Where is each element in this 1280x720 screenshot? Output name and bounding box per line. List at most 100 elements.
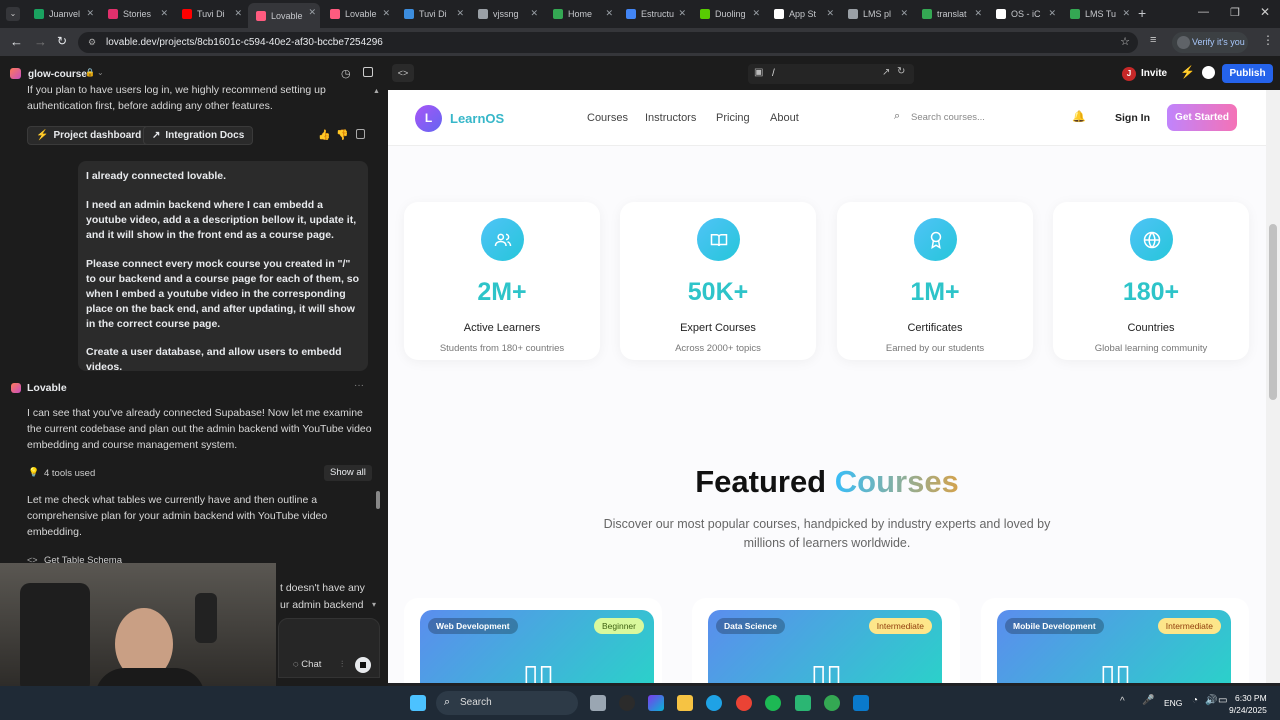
scroll-up-arrow[interactable]: ▲	[373, 88, 380, 95]
tab-close-icon[interactable]: ✕	[1048, 8, 1056, 19]
nav-about[interactable]: About	[770, 112, 799, 124]
tab-close-icon[interactable]: ✕	[900, 8, 908, 19]
project-name[interactable]: glow-course	[28, 69, 87, 80]
tab-close-icon[interactable]: ✕	[974, 8, 982, 19]
browser-tab[interactable]: Lovable ✕	[322, 4, 394, 24]
tab-close-icon[interactable]: ✕	[1122, 8, 1130, 19]
tab-close-icon[interactable]: ✕	[530, 8, 538, 19]
open-external-icon[interactable]: ↗	[882, 67, 890, 78]
integration-docs-button[interactable]: ↗ Integration Docs	[143, 126, 254, 145]
course-card[interactable]: Mobile Development Intermediate ▯▯	[997, 610, 1231, 683]
windows-start-icon[interactable]	[410, 695, 426, 711]
get-started-button[interactable]: Get Started	[1167, 104, 1237, 131]
github-icon[interactable]	[1202, 66, 1215, 79]
mic-icon[interactable]: 🎤	[1142, 695, 1154, 706]
tab-close-icon[interactable]: ✕	[86, 8, 94, 19]
chat-scrollbar[interactable]	[376, 491, 380, 509]
tab-close-icon[interactable]: ✕	[308, 7, 316, 18]
code-toggle-icon[interactable]: <>	[392, 64, 414, 82]
course-card[interactable]: Web Development Beginner ▯▯	[420, 610, 654, 683]
battery-icon[interactable]: ▭	[1218, 695, 1227, 706]
supabase-icon[interactable]: ⚡	[1180, 65, 1195, 79]
tray-chevron-icon[interactable]: ^	[1120, 696, 1125, 707]
nav-instructors[interactable]: Instructors	[645, 112, 696, 124]
chat-toggle[interactable]: ◌ Chat	[293, 659, 321, 670]
taskbar-search[interactable]: ⌕ Search	[436, 691, 578, 715]
stop-button[interactable]	[355, 657, 371, 673]
site-info-icon[interactable]: ⚙	[88, 32, 96, 53]
tab-close-icon[interactable]: ✕	[234, 8, 242, 19]
back-button[interactable]: ←	[10, 34, 23, 49]
browser-tab[interactable]: Duoling ✕	[692, 4, 764, 24]
forward-button[interactable]: →	[34, 34, 47, 49]
voice-icon[interactable]: ⫶	[341, 659, 343, 670]
reload-button[interactable]: ↻	[57, 34, 67, 48]
clock-time[interactable]: 6:30 PM	[1235, 693, 1267, 703]
browser-tab[interactable]: LMS pl ✕	[840, 4, 912, 24]
browser-tab[interactable]: Tuvi Di ✕	[396, 4, 468, 24]
tab-close-icon[interactable]: ✕	[826, 8, 834, 19]
file-explorer-icon[interactable]	[677, 695, 693, 711]
bookmark-star-icon[interactable]: ☆	[1120, 32, 1130, 53]
browser-tab[interactable]: OS - iC ✕	[988, 4, 1060, 24]
copy-icon[interactable]	[356, 129, 365, 139]
tab-close-icon[interactable]: ✕	[605, 8, 613, 19]
copilot-icon[interactable]	[648, 695, 664, 711]
browser-tab[interactable]: translat ✕	[914, 4, 986, 24]
scroll-down-icon[interactable]: ▾	[372, 600, 376, 609]
new-tab-button[interactable]: +	[1138, 5, 1146, 21]
nav-courses[interactable]: Courses	[587, 112, 628, 124]
user-avatar[interactable]: J	[1122, 67, 1136, 81]
more-icon[interactable]: ···	[354, 380, 364, 391]
chrome-icon[interactable]	[736, 695, 752, 711]
edge-icon[interactable]	[706, 695, 722, 711]
clock-date[interactable]: 9/24/2025	[1229, 705, 1267, 715]
browser-tab[interactable]: vjssng ✕	[470, 4, 542, 24]
chevron-down-icon[interactable]: ⌄	[97, 68, 104, 77]
browser-tab[interactable]: Stories ✕	[100, 4, 172, 24]
browser-tab[interactable]: Estructu ✕	[618, 4, 690, 24]
tab-close-icon[interactable]: ✕	[456, 8, 464, 19]
preview-reload-icon[interactable]: ↻	[897, 66, 905, 77]
browser-tab[interactable]: Home ✕	[545, 4, 617, 24]
browser-tab[interactable]: Lovable ✕	[248, 3, 320, 28]
browser-tab[interactable]: App St ✕	[766, 4, 838, 24]
android-icon[interactable]	[795, 695, 811, 711]
maximize-button[interactable]: ❐	[1230, 6, 1240, 19]
tab-close-icon[interactable]: ✕	[382, 8, 390, 19]
browser-tab[interactable]: LMS Tu ✕	[1062, 4, 1134, 24]
course-card[interactable]: Data Science Intermediate ▯▯	[708, 610, 942, 683]
publish-button[interactable]: Publish	[1222, 64, 1273, 83]
preview-url-field[interactable]: ▣ / ↗ ↻	[748, 64, 914, 84]
wifi-icon[interactable]: ◔	[1192, 695, 1198, 706]
browser-tab[interactable]: Tuvi Di ✕	[174, 4, 246, 24]
thumbs-up-icon[interactable]: 👍	[318, 130, 330, 141]
vscode-icon[interactable]	[853, 695, 869, 711]
sidebar-toggle-icon[interactable]	[363, 67, 373, 77]
language-indicator[interactable]: ENG	[1164, 698, 1182, 708]
device-icon[interactable]: ▣	[754, 67, 763, 78]
tab-close-icon[interactable]: ✕	[752, 8, 760, 19]
thumbs-down-icon[interactable]: 👎	[336, 130, 348, 141]
volume-icon[interactable]: 🔊	[1205, 695, 1217, 706]
nav-pricing[interactable]: Pricing	[716, 112, 750, 124]
address-bar[interactable]: ⚙ lovable.dev/projects/8cb1601c-c594-40e…	[78, 32, 1138, 53]
history-icon[interactable]: ◷	[341, 67, 351, 80]
chrome-active-icon[interactable]	[824, 695, 840, 711]
tab-close-icon[interactable]: ✕	[678, 8, 686, 19]
invite-button[interactable]: Invite	[1141, 68, 1167, 79]
minimize-button[interactable]: —	[1198, 6, 1209, 18]
site-search[interactable]: ⌕ Search courses...	[888, 108, 1058, 128]
sign-in-button[interactable]: Sign In	[1115, 112, 1150, 124]
site-logo-icon[interactable]: L	[415, 105, 442, 132]
close-window-button[interactable]: ✕	[1260, 5, 1270, 19]
app-icon[interactable]	[619, 695, 635, 711]
preview-scrollbar[interactable]	[1266, 90, 1280, 683]
project-dashboard-button[interactable]: ⚡ Project dashboard	[27, 126, 151, 145]
browser-tab[interactable]: Juanvel ✕	[26, 4, 98, 24]
show-all-button[interactable]: Show all	[324, 465, 372, 481]
browser-menu-icon[interactable]: ⋮	[1262, 33, 1274, 47]
task-view-icon[interactable]	[590, 695, 606, 711]
media-controls-icon[interactable]: ≡	[1150, 34, 1156, 46]
scroll-thumb[interactable]	[1269, 224, 1277, 400]
